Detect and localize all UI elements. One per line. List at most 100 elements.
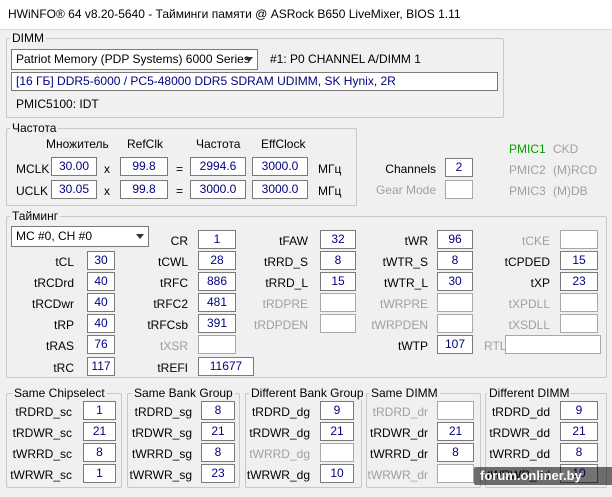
tWRWR_sc-value: 1 [83,464,116,483]
mclk-multiplier: 30.00 [51,157,97,176]
timing-group-label: Тайминг [10,209,61,223]
tWRRD_sg-label: tWRRD_sg [131,447,192,461]
tRDRD_sc-value: 1 [83,401,116,420]
mclk-refclk: 99.8 [120,157,168,176]
channels-label: Channels [385,162,436,176]
tCKE-label: tCKE [521,234,550,248]
tWRRD_dr-value: 8 [437,443,474,462]
tXSR-label: tXSR [159,339,188,353]
watermark: forum.onliner.by [474,467,612,485]
pmic3-value: (M)DB [553,184,588,198]
tWRRD_sc-value: 8 [83,443,116,462]
pmic1-value: CKD [553,142,579,156]
tWRPRE-label: tWRPRE [380,297,428,311]
header-multiplier: Множитель [46,137,109,151]
tCPDED-value: 15 [560,251,598,270]
dimm-slot: #1: P0 CHANNEL A/DIMM 1 [270,52,421,66]
tCWL-label: tCWL [158,255,188,269]
channel-select-value: MC #0, CH #0 [16,229,93,243]
uclk-unit: МГц [318,184,342,198]
tWR-label: tWR [404,234,428,248]
tWR-value: 96 [437,230,473,249]
tRDRD_dd-value: 9 [560,401,598,420]
RTL-value [505,335,601,354]
different-bank-group-label: Different Bank Group [249,386,366,400]
tCL-label: tCL [55,255,74,269]
tWRRD_sg-value: 8 [201,443,235,462]
tRC-value: 117 [87,357,115,376]
pmic2-label: PMIC2 [509,163,546,177]
tWRPDEN-value [437,314,473,333]
tWTP-label: tWTP [398,339,428,353]
tWRRD_sc-label: tWRRD_sc [12,447,72,461]
tRDWR_dg-value: 21 [320,422,354,441]
tRDWR_sg-label: tRDWR_sg [131,426,192,440]
mclk-x: x [104,162,110,176]
tRCDrd-value: 40 [87,272,115,291]
tWTR_L-label: tWTR_L [383,276,428,290]
tRRD_S-label: tRRD_S [263,255,308,269]
pmic1-label: PMIC1 [509,142,546,156]
tWRPDEN-label: tWRPDEN [371,318,428,332]
tRRD_L-value: 15 [320,272,356,291]
tRAS-label: tRAS [45,339,74,353]
tRDWR_dr-label: tRDWR_dr [369,426,428,440]
uclk-multiplier: 30.05 [51,180,97,199]
tFAW-label: tFAW [279,234,308,248]
tCWL-value: 28 [198,251,236,270]
dimm-group-label: DIMM [10,31,46,45]
tWRWR_sg-label: tWRWR_sg [129,468,192,482]
tWRWR_dr-value [437,464,474,483]
header-effclock: EffClock [261,137,306,151]
tRDWR_dd-value: 21 [560,422,598,441]
tWRWR_sg-value: 23 [201,464,235,483]
tRAS-value: 76 [87,335,115,354]
header-refclk: RefClk [127,137,164,151]
tRFCsb-label: tRFCsb [147,318,188,332]
tWTP-value: 107 [437,335,473,354]
tRDWR_sc-label: tRDWR_sc [12,426,72,440]
tRDRD_dg-value: 9 [320,401,354,420]
tRDWR_sg-value: 21 [201,422,235,441]
tRRD_S-value: 8 [320,251,356,270]
tRDWR_dr-value: 21 [437,422,474,441]
tRDRD_dr-value [437,401,474,420]
tRDPRE-value [320,293,356,312]
tRCDwr-value: 40 [87,293,115,312]
tXP-label: tXP [530,276,550,290]
dimm-module-select[interactable]: Patriot Memory (PDP Systems) 6000 Series [11,49,258,70]
uclk-label: UCLK [16,184,49,198]
uclk-refclk: 99.8 [120,180,168,199]
tRDRD_dr-label: tRDRD_dr [372,405,428,419]
tRDRD_sc-label: tRDRD_sc [15,405,72,419]
tWTR_L-value: 30 [437,272,473,291]
tRFC2-value: 481 [198,293,236,312]
tRP-value: 40 [87,314,115,333]
tWRRD_dg-value [320,443,354,462]
tWRWR_dg-value: 10 [320,464,354,483]
tXSR-value [198,335,236,354]
tWTR_S-value: 8 [437,251,473,270]
uclk-frequency: 3000.0 [190,180,246,199]
dimm-module-select-value: Patriot Memory (PDP Systems) 6000 Series [16,52,250,66]
tCL-value: 30 [87,251,115,270]
tRRD_L-label: tRRD_L [265,276,308,290]
frequency-group-label: Частота [10,121,59,135]
uclk-effclock: 3000.0 [252,180,308,199]
tRDRD_dg-label: tRDRD_dg [251,405,310,419]
tWRRD_dr-label: tWRRD_dr [369,447,428,461]
tRDPDEN-value [320,314,356,333]
tXPDLL-value [560,293,598,312]
mclk-unit: МГц [318,162,342,176]
tRFCsb-value: 391 [198,314,236,333]
tRCDrd-label: tRCDrd [33,276,74,290]
tWRWR_dr-label: tWRWR_dr [367,468,428,482]
gear-mode-value [445,180,473,199]
mclk-eq: = [176,162,184,176]
chevron-down-icon [245,57,253,62]
RTL-label: RTL [484,339,507,353]
tRDRD_sg-value: 8 [201,401,235,420]
uclk-x: x [104,184,110,198]
pmic2-value: (M)RCD [553,163,597,177]
title-bar: HWiNFO® 64 v8.20-5640 - Тайминги памяти … [0,0,612,30]
